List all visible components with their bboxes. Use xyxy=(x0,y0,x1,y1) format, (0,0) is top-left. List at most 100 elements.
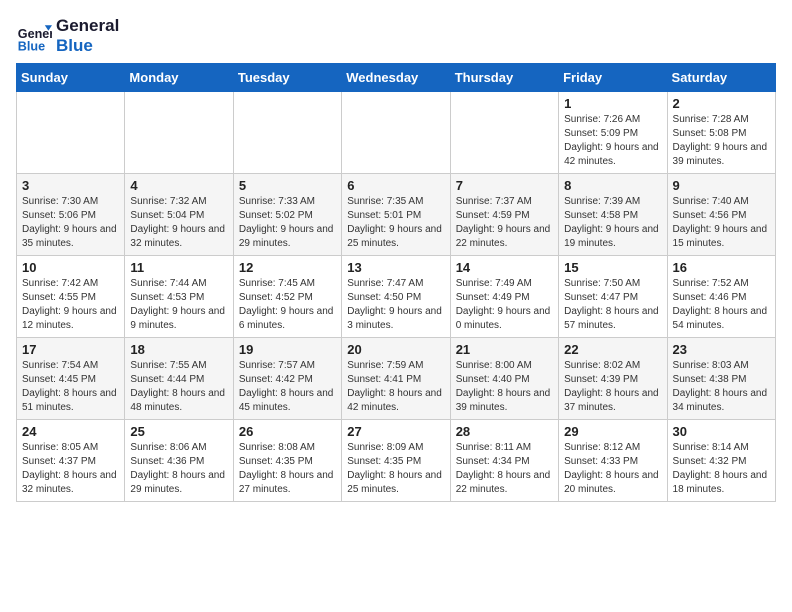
day-info: Sunrise: 7:42 AM Sunset: 4:55 PM Dayligh… xyxy=(22,277,119,333)
day-number: 23 xyxy=(673,342,770,357)
day-number: 18 xyxy=(130,342,227,357)
day-number: 28 xyxy=(456,424,553,439)
calendar-cell: 13 Sunrise: 7:47 AM Sunset: 4:50 PM Dayli… xyxy=(342,256,450,338)
calendar-cell xyxy=(17,92,125,174)
calendar-cell: 16 Sunrise: 7:52 AM Sunset: 4:46 PM Dayli… xyxy=(667,256,775,338)
day-number: 12 xyxy=(239,260,336,275)
day-info: Sunrise: 7:37 AM Sunset: 4:59 PM Dayligh… xyxy=(456,195,553,251)
logo-line2: Blue xyxy=(56,36,119,56)
calendar-cell: 20 Sunrise: 7:59 AM Sunset: 4:41 PM Dayli… xyxy=(342,338,450,420)
calendar-cell xyxy=(342,92,450,174)
day-info: Sunrise: 8:03 AM Sunset: 4:38 PM Dayligh… xyxy=(673,359,770,415)
weekday-header-saturday: Saturday xyxy=(667,64,775,92)
calendar-cell: 12Sunrise: 7:45 AM Sunset: 4:52 PM Dayli… xyxy=(233,256,341,338)
day-info: Sunrise: 7:39 AM Sunset: 4:58 PM Dayligh… xyxy=(564,195,661,251)
day-info: Sunrise: 7:50 AM Sunset: 4:47 PM Dayligh… xyxy=(564,277,661,333)
calendar-cell: 25Sunrise: 8:06 AM Sunset: 4:36 PM Dayli… xyxy=(125,420,233,502)
calendar-cell: 19 Sunrise: 7:57 AM Sunset: 4:42 PM Dayli… xyxy=(233,338,341,420)
calendar-cell: 28 Sunrise: 8:11 AM Sunset: 4:34 PM Dayli… xyxy=(450,420,558,502)
day-info: Sunrise: 8:14 AM Sunset: 4:32 PM Dayligh… xyxy=(673,441,770,497)
day-info: Sunrise: 7:57 AM Sunset: 4:42 PM Dayligh… xyxy=(239,359,336,415)
day-number: 4 xyxy=(130,178,227,193)
calendar-cell: 1Sunrise: 7:26 AM Sunset: 5:09 PM Daylig… xyxy=(559,92,667,174)
calendar-cell: 6 Sunrise: 7:35 AM Sunset: 5:01 PM Daylig… xyxy=(342,174,450,256)
day-number: 19 xyxy=(239,342,336,357)
week-row-5: 24 Sunrise: 8:05 AM Sunset: 4:37 PM Dayli… xyxy=(17,420,776,502)
calendar-cell: 29Sunrise: 8:12 AM Sunset: 4:33 PM Dayli… xyxy=(559,420,667,502)
day-info: Sunrise: 7:30 AM Sunset: 5:06 PM Dayligh… xyxy=(22,195,119,251)
day-number: 26 xyxy=(239,424,336,439)
logo-line1: General xyxy=(56,16,119,36)
calendar-cell: 22Sunrise: 8:02 AM Sunset: 4:39 PM Dayli… xyxy=(559,338,667,420)
day-number: 5 xyxy=(239,178,336,193)
day-info: Sunrise: 7:49 AM Sunset: 4:49 PM Dayligh… xyxy=(456,277,553,333)
day-number: 14 xyxy=(456,260,553,275)
day-number: 8 xyxy=(564,178,661,193)
calendar-cell: 8 Sunrise: 7:39 AM Sunset: 4:58 PM Daylig… xyxy=(559,174,667,256)
week-row-4: 17 Sunrise: 7:54 AM Sunset: 4:45 PM Dayli… xyxy=(17,338,776,420)
day-info: Sunrise: 7:33 AM Sunset: 5:02 PM Dayligh… xyxy=(239,195,336,251)
day-info: Sunrise: 8:05 AM Sunset: 4:37 PM Dayligh… xyxy=(22,441,119,497)
day-info: Sunrise: 8:08 AM Sunset: 4:35 PM Dayligh… xyxy=(239,441,336,497)
day-number: 22 xyxy=(564,342,661,357)
weekday-header-row: SundayMondayTuesdayWednesdayThursdayFrid… xyxy=(17,64,776,92)
calendar-cell: 23 Sunrise: 8:03 AM Sunset: 4:38 PM Dayli… xyxy=(667,338,775,420)
day-info: Sunrise: 7:54 AM Sunset: 4:45 PM Dayligh… xyxy=(22,359,119,415)
day-number: 7 xyxy=(456,178,553,193)
day-number: 3 xyxy=(22,178,119,193)
calendar-cell: 3 Sunrise: 7:30 AM Sunset: 5:06 PM Daylig… xyxy=(17,174,125,256)
day-number: 10 xyxy=(22,260,119,275)
day-info: Sunrise: 7:40 AM Sunset: 4:56 PM Dayligh… xyxy=(673,195,770,251)
day-info: Sunrise: 7:26 AM Sunset: 5:09 PM Dayligh… xyxy=(564,113,661,169)
calendar-cell: 30 Sunrise: 8:14 AM Sunset: 4:32 PM Dayli… xyxy=(667,420,775,502)
svg-text:Blue: Blue xyxy=(18,39,45,53)
calendar-table: SundayMondayTuesdayWednesdayThursdayFrid… xyxy=(16,63,776,502)
calendar-cell xyxy=(125,92,233,174)
day-info: Sunrise: 7:59 AM Sunset: 4:41 PM Dayligh… xyxy=(347,359,444,415)
day-number: 20 xyxy=(347,342,444,357)
day-info: Sunrise: 7:28 AM Sunset: 5:08 PM Dayligh… xyxy=(673,113,770,169)
day-info: Sunrise: 7:44 AM Sunset: 4:53 PM Dayligh… xyxy=(130,277,227,333)
day-info: Sunrise: 7:52 AM Sunset: 4:46 PM Dayligh… xyxy=(673,277,770,333)
page-header: General Blue General Blue xyxy=(16,16,776,55)
calendar-cell: 5 Sunrise: 7:33 AM Sunset: 5:02 PM Daylig… xyxy=(233,174,341,256)
day-number: 30 xyxy=(673,424,770,439)
day-info: Sunrise: 7:55 AM Sunset: 4:44 PM Dayligh… xyxy=(130,359,227,415)
calendar-cell: 2Sunrise: 7:28 AM Sunset: 5:08 PM Daylig… xyxy=(667,92,775,174)
day-info: Sunrise: 7:35 AM Sunset: 5:01 PM Dayligh… xyxy=(347,195,444,251)
day-info: Sunrise: 7:32 AM Sunset: 5:04 PM Dayligh… xyxy=(130,195,227,251)
calendar-cell: 21 Sunrise: 8:00 AM Sunset: 4:40 PM Dayli… xyxy=(450,338,558,420)
calendar-cell: 14 Sunrise: 7:49 AM Sunset: 4:49 PM Dayli… xyxy=(450,256,558,338)
day-number: 6 xyxy=(347,178,444,193)
day-number: 13 xyxy=(347,260,444,275)
logo: General Blue General Blue xyxy=(16,16,119,55)
day-info: Sunrise: 8:00 AM Sunset: 4:40 PM Dayligh… xyxy=(456,359,553,415)
day-info: Sunrise: 8:09 AM Sunset: 4:35 PM Dayligh… xyxy=(347,441,444,497)
day-number: 21 xyxy=(456,342,553,357)
day-number: 16 xyxy=(673,260,770,275)
day-number: 27 xyxy=(347,424,444,439)
day-info: Sunrise: 7:47 AM Sunset: 4:50 PM Dayligh… xyxy=(347,277,444,333)
day-number: 9 xyxy=(673,178,770,193)
calendar-cell: 24 Sunrise: 8:05 AM Sunset: 4:37 PM Dayli… xyxy=(17,420,125,502)
calendar-cell: 11 Sunrise: 7:44 AM Sunset: 4:53 PM Dayli… xyxy=(125,256,233,338)
calendar-cell: 18 Sunrise: 7:55 AM Sunset: 4:44 PM Dayli… xyxy=(125,338,233,420)
weekday-header-thursday: Thursday xyxy=(450,64,558,92)
day-info: Sunrise: 8:11 AM Sunset: 4:34 PM Dayligh… xyxy=(456,441,553,497)
weekday-header-wednesday: Wednesday xyxy=(342,64,450,92)
week-row-1: 1Sunrise: 7:26 AM Sunset: 5:09 PM Daylig… xyxy=(17,92,776,174)
calendar-cell: 26 Sunrise: 8:08 AM Sunset: 4:35 PM Dayli… xyxy=(233,420,341,502)
day-number: 11 xyxy=(130,260,227,275)
week-row-3: 10 Sunrise: 7:42 AM Sunset: 4:55 PM Dayli… xyxy=(17,256,776,338)
calendar-cell: 27 Sunrise: 8:09 AM Sunset: 4:35 PM Dayli… xyxy=(342,420,450,502)
weekday-header-friday: Friday xyxy=(559,64,667,92)
calendar-cell xyxy=(233,92,341,174)
day-info: Sunrise: 8:06 AM Sunset: 4:36 PM Dayligh… xyxy=(130,441,227,497)
calendar-cell: 10 Sunrise: 7:42 AM Sunset: 4:55 PM Dayli… xyxy=(17,256,125,338)
logo-icon: General Blue xyxy=(16,18,52,54)
day-number: 17 xyxy=(22,342,119,357)
calendar-cell: 7 Sunrise: 7:37 AM Sunset: 4:59 PM Daylig… xyxy=(450,174,558,256)
day-number: 29 xyxy=(564,424,661,439)
weekday-header-monday: Monday xyxy=(125,64,233,92)
day-number: 24 xyxy=(22,424,119,439)
